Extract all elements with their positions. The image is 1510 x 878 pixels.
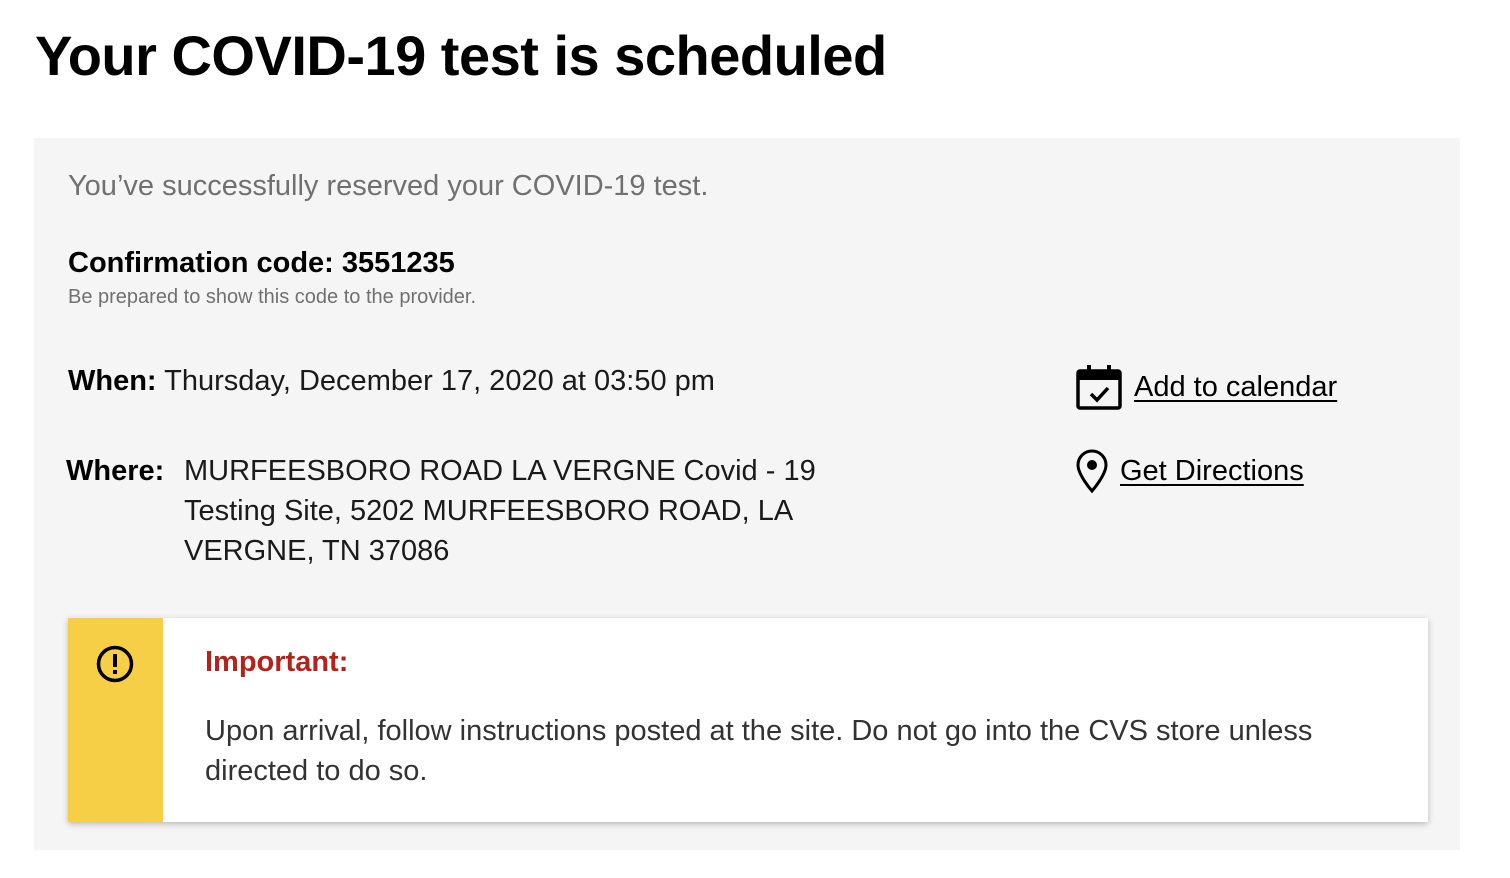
confirmation-note: Be prepared to show this code to the pro… bbox=[68, 286, 477, 308]
important-alert: Important: Upon arrival, follow instruct… bbox=[68, 618, 1428, 822]
where-label: Where: bbox=[66, 455, 165, 487]
alert-text: Upon arrival, follow instructions posted… bbox=[205, 715, 1313, 787]
alert-stripe bbox=[68, 618, 163, 822]
when-value: Thursday, December 17, 2020 at 03:50 pm bbox=[164, 365, 715, 397]
add-to-calendar-link[interactable]: Add to calendar bbox=[1074, 362, 1337, 412]
confirmation-panel: You’ve successfully reserved your COVID-… bbox=[34, 138, 1460, 850]
confirmation-intro: You’ve successfully reserved your COVID-… bbox=[68, 170, 709, 202]
page-title: Your COVID-19 test is scheduled bbox=[35, 24, 887, 87]
when-row: When: Thursday, December 17, 2020 at 03:… bbox=[68, 363, 715, 399]
add-to-calendar-label: Add to calendar bbox=[1134, 371, 1338, 403]
get-directions-link[interactable]: Get Directions bbox=[1074, 448, 1304, 494]
map-pin-icon bbox=[1074, 448, 1110, 494]
alert-title: Important: bbox=[205, 646, 349, 678]
when-label: When: bbox=[68, 365, 157, 397]
calendar-check-icon bbox=[1074, 362, 1124, 412]
get-directions-label: Get Directions bbox=[1120, 455, 1304, 487]
where-value: MURFEESBORO ROAD LA VERGNE Covid - 19 Te… bbox=[184, 455, 816, 567]
exclamation-circle-icon bbox=[95, 644, 135, 684]
alert-body: Important: Upon arrival, follow instruct… bbox=[163, 618, 1428, 822]
confirmation-code: Confirmation code: 3551235 bbox=[68, 247, 455, 279]
